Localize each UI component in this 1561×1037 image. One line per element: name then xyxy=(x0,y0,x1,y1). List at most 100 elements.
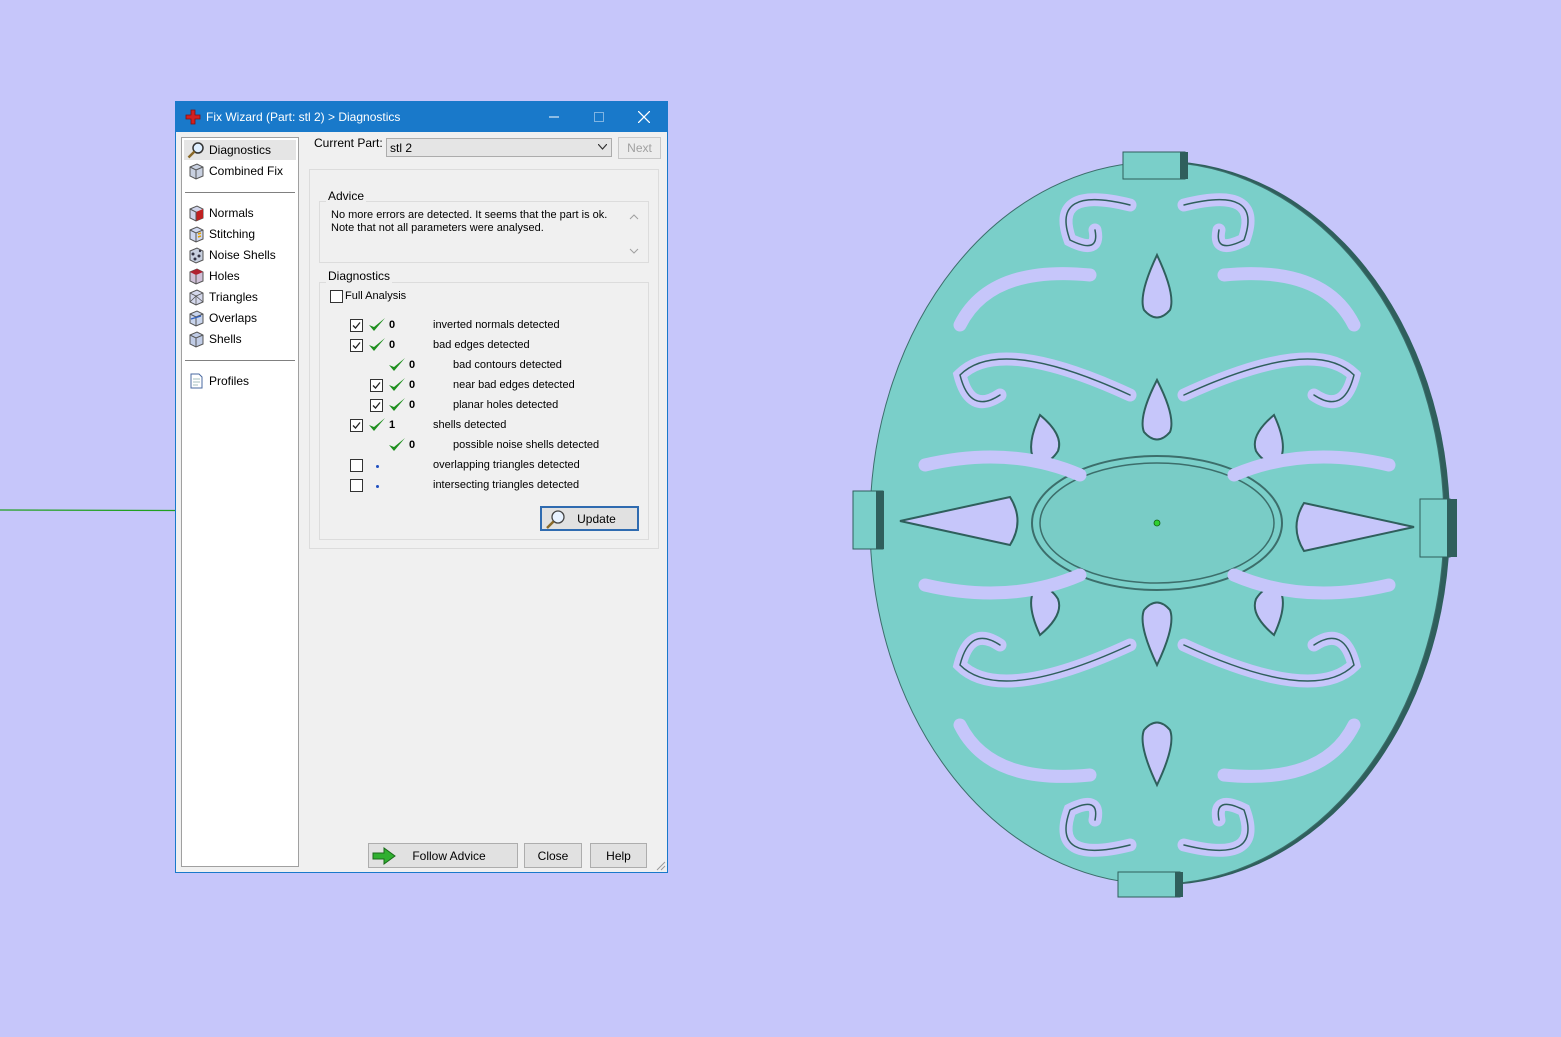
normals-cube-icon xyxy=(189,205,204,222)
sidebar-item-label: Triangles xyxy=(209,290,258,304)
row-label: intersecting triangles detected xyxy=(433,479,580,491)
follow-advice-label: Follow Advice xyxy=(412,848,486,863)
help-button[interactable]: Help xyxy=(590,843,647,868)
noise-shells-icon xyxy=(189,247,204,264)
green-check-icon xyxy=(388,377,406,393)
checkmark-icon xyxy=(372,382,381,389)
diagnostics-title: Diagnostics xyxy=(326,269,393,283)
current-part-label: Current Part: xyxy=(314,136,383,150)
full-analysis-checkbox[interactable] xyxy=(330,290,343,303)
sidebar-item-combined-fix[interactable]: Combined Fix xyxy=(184,161,296,181)
close-label: Close xyxy=(537,848,569,863)
green-check-icon xyxy=(368,317,386,333)
close-button[interactable]: Close xyxy=(524,843,582,868)
row-checkbox[interactable] xyxy=(350,319,363,332)
checkmark-icon xyxy=(352,342,361,349)
green-check-icon xyxy=(368,337,386,353)
green-check-icon xyxy=(388,437,406,453)
update-label: Update xyxy=(577,511,616,526)
next-button-label: Next xyxy=(627,141,652,155)
scrollbar[interactable] xyxy=(627,211,641,257)
sidebar-item-label: Noise Shells xyxy=(209,248,276,262)
divider xyxy=(185,360,295,361)
row-label: overlapping triangles detected xyxy=(433,459,580,471)
row-checkbox[interactable] xyxy=(350,339,363,352)
magnifier-icon xyxy=(546,510,565,529)
triangles-cube-icon xyxy=(189,289,204,306)
document-icon xyxy=(190,373,203,389)
row-checkbox[interactable] xyxy=(350,459,363,472)
sidebar-item-label: Overlaps xyxy=(209,311,258,325)
magnifier-icon xyxy=(187,142,204,159)
window-title: Fix Wizard (Part: stl 2) > Diagnostics xyxy=(206,110,401,124)
app-cross-icon xyxy=(185,109,201,125)
axis-line xyxy=(0,509,176,512)
scroll-arrows-icon xyxy=(629,214,639,254)
row-count: 0 xyxy=(409,379,416,391)
sidebar-item-normals[interactable]: Normals xyxy=(184,203,296,223)
row-label: planar holes detected xyxy=(453,399,559,411)
sidebar-item-profiles[interactable]: Profiles xyxy=(184,371,296,391)
sidebar-item-noise-shells[interactable]: Noise Shells xyxy=(184,245,296,265)
sidebar-item-holes[interactable]: Holes xyxy=(184,266,296,286)
row-count: 0 xyxy=(389,339,396,351)
sidebar-nav: Diagnostics Combined Fix Normals Stitchi… xyxy=(181,137,299,867)
green-check-icon xyxy=(368,417,386,433)
holes-cube-icon xyxy=(189,268,204,285)
checkmark-icon xyxy=(352,322,361,329)
fix-wizard-window: Fix Wizard (Part: stl 2) > Diagnostics D… xyxy=(175,101,668,873)
maximize-button[interactable] xyxy=(576,102,622,132)
full-analysis-label: Full Analysis xyxy=(345,290,407,302)
row-count: 1 xyxy=(389,419,396,431)
sidebar-item-overlaps[interactable]: Overlaps xyxy=(184,308,296,328)
cube-icon xyxy=(189,163,204,180)
sidebar-item-triangles[interactable]: Triangles xyxy=(184,287,296,307)
row-checkbox[interactable] xyxy=(350,479,363,492)
row-label: inverted normals detected xyxy=(433,319,560,331)
sidebar-item-label: Profiles xyxy=(209,374,250,388)
row-count: 0 xyxy=(409,439,416,451)
3d-part-model[interactable] xyxy=(840,145,1470,905)
close-icon xyxy=(638,111,650,123)
row-checkbox[interactable] xyxy=(370,399,383,412)
minimize-button[interactable] xyxy=(531,102,577,132)
update-button[interactable]: Update xyxy=(540,506,639,531)
advice-line-2: Note that not all parameters were analys… xyxy=(331,222,544,234)
pending-dot-icon xyxy=(376,465,379,468)
advice-text: No more errors are detected. It seems th… xyxy=(331,209,621,235)
row-count: 0 xyxy=(409,399,416,411)
row-label: near bad edges detected xyxy=(453,379,575,391)
row-checkbox[interactable] xyxy=(350,419,363,432)
sidebar-item-shells[interactable]: Shells xyxy=(184,329,296,349)
resize-grip-icon[interactable] xyxy=(654,859,666,871)
current-part-dropdown[interactable]: stl 2 xyxy=(386,138,612,157)
sidebar-item-diagnostics[interactable]: Diagnostics xyxy=(184,140,296,160)
overlaps-cube-icon xyxy=(189,310,204,327)
stitching-cube-icon xyxy=(189,226,204,243)
advice-textbox[interactable]: No more errors are detected. It seems th… xyxy=(331,209,641,259)
green-check-icon xyxy=(388,397,406,413)
help-label: Help xyxy=(606,848,631,863)
close-window-button[interactable] xyxy=(621,102,667,132)
row-checkbox[interactable] xyxy=(370,379,383,392)
sidebar-item-label: Holes xyxy=(209,269,240,283)
sidebar-item-stitching[interactable]: Stitching xyxy=(184,224,296,244)
row-label: shells detected xyxy=(433,419,507,431)
green-check-icon xyxy=(388,357,406,373)
row-label: bad edges detected xyxy=(433,339,530,351)
sidebar-item-label: Shells xyxy=(209,332,242,346)
pending-dot-icon xyxy=(376,485,379,488)
divider xyxy=(185,192,295,193)
maximize-icon xyxy=(594,112,604,122)
shells-cube-icon xyxy=(189,331,204,348)
advice-line-1: No more errors are detected. It seems th… xyxy=(331,209,608,221)
current-part-value: stl 2 xyxy=(390,141,413,155)
sidebar-item-label: Stitching xyxy=(209,227,256,241)
row-count: 0 xyxy=(409,359,416,371)
row-label: bad contours detected xyxy=(453,359,562,371)
follow-advice-button[interactable]: Follow Advice xyxy=(368,843,518,868)
title-bar[interactable]: Fix Wizard (Part: stl 2) > Diagnostics xyxy=(176,102,667,132)
arrow-right-icon xyxy=(372,847,396,865)
next-button[interactable]: Next xyxy=(618,137,661,159)
row-label: possible noise shells detected xyxy=(453,439,600,451)
